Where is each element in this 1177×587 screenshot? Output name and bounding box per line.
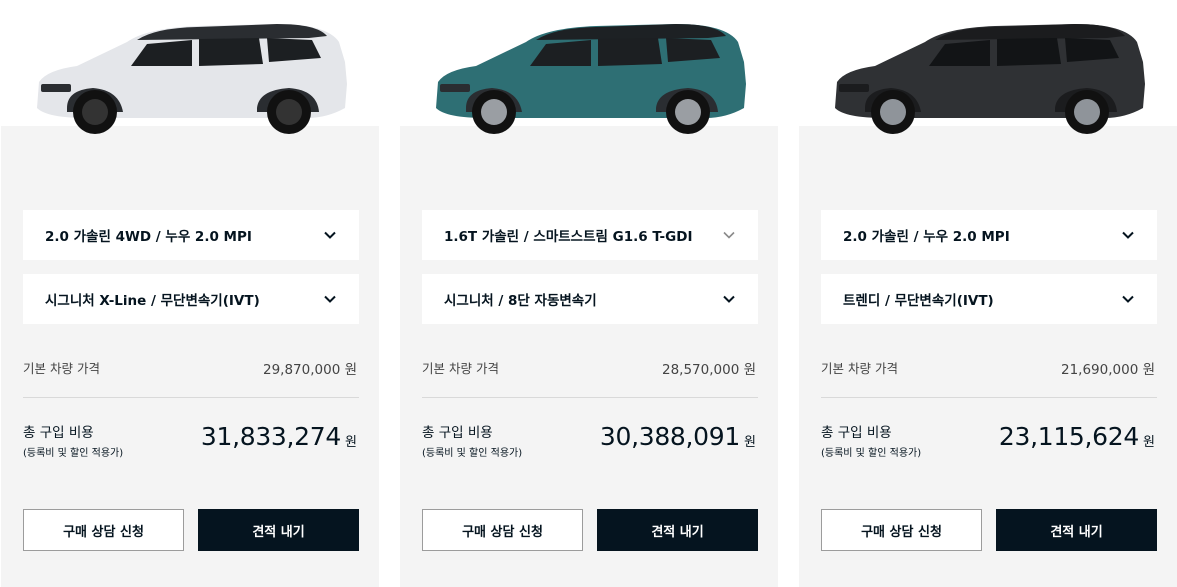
engine-select-value: 1.6T 가솔린 / 스마트스트림 G1.6 T-GDI	[444, 229, 693, 245]
trim-select-value: 시그니처 X-Line / 무단변속기(IVT)	[45, 293, 260, 309]
car-card-2: 1.6T 가솔린 / 스마트스트림 G1.6 T-GDI 시그니처 / 8단 자…	[400, 0, 778, 587]
base-price-value: 21,690,000 원	[1060, 362, 1155, 378]
car-image	[835, 24, 1145, 134]
total-price-unit: 원	[744, 435, 756, 450]
total-price-sub-label: (등록비 및 할인 적용가)	[422, 448, 523, 459]
trim-select[interactable]: 시그니처 X-Line / 무단변속기(IVT)	[23, 274, 359, 324]
base-price-label: 기본 차량 가격	[23, 361, 100, 376]
total-price-value: 23,115,624	[998, 422, 1139, 451]
car-card-3: 2.0 가솔린 / 누우 2.0 MPI 트렌디 / 무단변속기(IVT) 기본…	[799, 0, 1177, 587]
engine-select-value: 2.0 가솔린 / 누우 2.0 MPI	[843, 229, 1010, 245]
total-price-value: 31,833,274	[200, 422, 341, 451]
base-price-value: 29,870,000 원	[262, 362, 357, 378]
car-card-1: 2.0 가솔린 4WD / 누우 2.0 MPI 시그니처 X-Line / 무…	[1, 0, 379, 587]
consult-button[interactable]: 구매 상담 신청	[422, 509, 583, 551]
base-price-label: 기본 차량 가격	[422, 361, 499, 376]
trim-select[interactable]: 트렌디 / 무단변속기(IVT)	[821, 274, 1157, 324]
divider	[23, 397, 359, 398]
total-price-unit: 원	[345, 435, 357, 450]
total-price-label: 총 구입 비용	[23, 425, 94, 441]
chevron-down-icon	[723, 231, 735, 239]
chevron-down-icon	[1122, 295, 1134, 303]
engine-select[interactable]: 1.6T 가솔린 / 스마트스트림 G1.6 T-GDI	[422, 210, 758, 260]
divider	[821, 397, 1157, 398]
estimate-button[interactable]: 견적 내기	[597, 509, 758, 551]
trim-select[interactable]: 시그니처 / 8단 자동변속기	[422, 274, 758, 324]
base-price-value: 28,570,000 원	[661, 362, 756, 378]
chevron-down-icon	[324, 231, 336, 239]
chevron-down-icon	[723, 295, 735, 303]
consult-button[interactable]: 구매 상담 신청	[23, 509, 184, 551]
total-price-label: 총 구입 비용	[422, 425, 493, 441]
chevron-down-icon	[1122, 231, 1134, 239]
total-price-sub-label: (등록비 및 할인 적용가)	[821, 448, 922, 459]
engine-select-value: 2.0 가솔린 4WD / 누우 2.0 MPI	[45, 229, 252, 245]
consult-button[interactable]: 구매 상담 신청	[821, 509, 982, 551]
estimate-button[interactable]: 견적 내기	[996, 509, 1157, 551]
total-price-value: 30,388,091	[599, 422, 740, 451]
chevron-down-icon	[324, 295, 336, 303]
estimate-button[interactable]: 견적 내기	[198, 509, 359, 551]
divider	[422, 397, 758, 398]
total-price-label: 총 구입 비용	[821, 425, 892, 441]
engine-select[interactable]: 2.0 가솔린 / 누우 2.0 MPI	[821, 210, 1157, 260]
trim-select-value: 트렌디 / 무단변속기(IVT)	[843, 293, 994, 309]
base-price-label: 기본 차량 가격	[821, 361, 898, 376]
car-image	[37, 24, 347, 134]
trim-select-value: 시그니처 / 8단 자동변속기	[444, 293, 597, 309]
total-price-sub-label: (등록비 및 할인 적용가)	[23, 448, 124, 459]
car-image	[436, 24, 746, 134]
total-price-unit: 원	[1143, 435, 1155, 450]
engine-select[interactable]: 2.0 가솔린 4WD / 누우 2.0 MPI	[23, 210, 359, 260]
